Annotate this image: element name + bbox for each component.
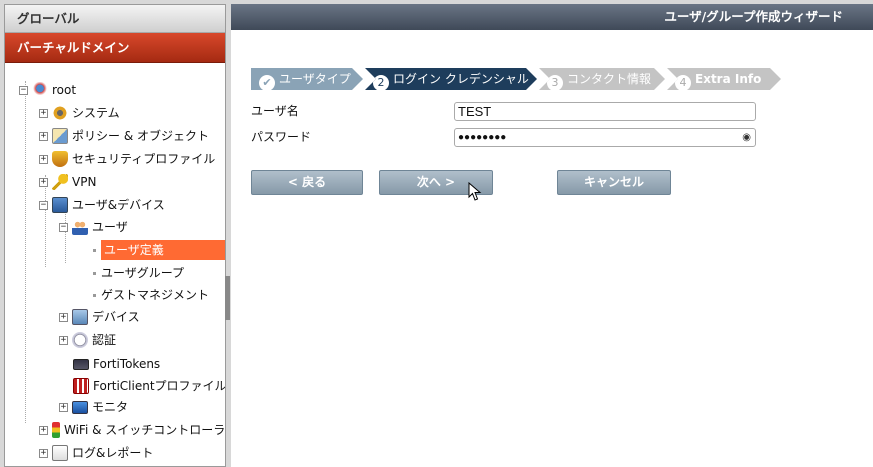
tree-label-user: ユーザ — [92, 220, 128, 234]
tree-label-vpn: VPN — [72, 175, 97, 189]
password-value: ●●●●●●●● — [458, 132, 507, 143]
step-number: 4 — [675, 75, 691, 91]
tree-label-system: システム — [72, 106, 120, 120]
gear-icon — [52, 105, 68, 121]
expand-icon[interactable]: + — [39, 131, 48, 141]
vdom-header[interactable]: バーチャルドメイン — [5, 33, 225, 63]
tree-label-monitor: モニタ — [92, 400, 129, 414]
username-input[interactable]: TEST — [454, 102, 756, 121]
tree-item-user-group[interactable]: ユーザグループ — [93, 263, 184, 283]
back-button[interactable]: < 戻る — [251, 170, 363, 195]
tree-item-log[interactable]: + ログ&レポート — [39, 443, 153, 463]
step-extra-info[interactable]: 4 Extra Info — [667, 68, 781, 90]
tree-label-auth: 認証 — [92, 333, 117, 347]
forticlient-icon — [73, 378, 89, 394]
step-label: ログイン クレデンシャル — [393, 72, 529, 86]
expand-icon[interactable]: + — [59, 335, 68, 345]
wifi-controller-icon — [52, 422, 60, 438]
tree-item-auth[interactable]: + 認証 — [59, 330, 116, 350]
tree-item-security[interactable]: + セキュリティプロファイル — [39, 149, 215, 169]
cancel-button[interactable]: キャンセル — [557, 170, 671, 195]
tree-label-user-definition: ユーザ定義 — [101, 240, 225, 260]
tree-label-fortitokens: FortiTokens — [93, 357, 161, 371]
clock-icon — [72, 332, 88, 348]
step-number: 3 — [547, 75, 563, 91]
eye-icon[interactable]: ◉ — [742, 129, 751, 146]
tree-item-forticlient[interactable]: FortiClientプロファイル — [73, 376, 226, 396]
step-label: ユーザタイプ — [279, 72, 351, 86]
tree-item-root[interactable]: − root — [19, 80, 76, 100]
tree-label-user-device: ユーザ&デバイス — [72, 198, 165, 212]
step-contact-info[interactable]: 3 コンタクト情報 — [539, 68, 665, 90]
tree-label-forticlient: FortiClientプロファイル — [93, 379, 226, 393]
password-label: パスワード — [251, 130, 312, 144]
expand-icon[interactable]: + — [39, 108, 48, 118]
check-icon: ✔ — [259, 75, 275, 91]
tree-label-wifi: WiFi & スイッチコントローラー — [64, 423, 226, 437]
tree-label-device: デバイス — [92, 310, 140, 324]
password-input[interactable]: ●●●●●●●● ◉ — [454, 128, 756, 147]
tree-item-user[interactable]: − ユーザ — [59, 217, 128, 237]
tree-item-device[interactable]: + デバイス — [59, 307, 140, 327]
wizard-panel: ユーザ/グループ作成ウィザード ✔ ユーザタイプ 2 ログイン クレデンシャル 3コ… — [231, 4, 873, 467]
step-login-credential[interactable]: 2 ログイン クレデンシャル — [365, 68, 537, 90]
step-user-type[interactable]: ✔ ユーザタイプ — [251, 68, 363, 90]
bullet-icon — [93, 248, 96, 252]
collapse-icon[interactable]: − — [19, 85, 28, 95]
expand-icon[interactable]: + — [59, 402, 68, 412]
global-header[interactable]: グローバル — [5, 5, 225, 33]
expand-icon[interactable]: + — [39, 154, 48, 164]
sidebar-collapse-handle[interactable] — [225, 276, 230, 320]
tree-label-user-group: ユーザグループ — [101, 266, 185, 280]
collapse-icon[interactable]: − — [39, 200, 48, 210]
tree-item-guest[interactable]: ゲストマネジメント — [93, 285, 209, 305]
step-label: コンタクト情報 — [567, 72, 652, 86]
device-icon — [72, 309, 88, 325]
monitor-icon — [72, 400, 88, 414]
bullet-icon — [93, 293, 96, 297]
report-chart-icon — [52, 445, 68, 461]
tree-item-fortitokens[interactable]: FortiTokens — [73, 354, 160, 374]
expand-icon[interactable]: + — [59, 312, 68, 322]
tree-item-system[interactable]: + システム — [39, 103, 120, 123]
sidebar: グローバル バーチャルドメイン − root + システム + ポリシー & オ… — [4, 4, 226, 467]
expand-icon[interactable]: + — [39, 425, 48, 435]
tree-item-vpn[interactable]: + VPN — [39, 172, 96, 192]
users-icon — [72, 219, 88, 235]
mouse-pointer-icon — [468, 182, 482, 201]
tree-item-user-device[interactable]: − ユーザ&デバイス — [39, 195, 165, 215]
step-label: Extra Info — [695, 72, 762, 86]
token-icon — [73, 358, 89, 370]
tree-label-security: セキュリティプロファイル — [72, 152, 216, 166]
tree-label-root: root — [52, 83, 77, 97]
step-number: 2 — [373, 75, 389, 91]
nav-tree: − root + システム + ポリシー & オブジェクト + セキュリティプロ… — [5, 63, 225, 463]
tree-label-guest: ゲストマネジメント — [101, 288, 210, 302]
key-icon — [52, 174, 68, 190]
username-label: ユーザ名 — [251, 104, 299, 118]
tree-item-monitor[interactable]: + モニタ — [59, 397, 128, 417]
shield-icon — [52, 151, 68, 167]
wizard-title: ユーザ/グループ作成ウィザード — [231, 4, 873, 30]
tree-item-user-definition[interactable]: ユーザ定義 — [93, 240, 225, 260]
expand-icon[interactable]: + — [39, 448, 48, 458]
network-root-icon — [32, 82, 48, 98]
tree-label-policy: ポリシー & オブジェクト — [72, 129, 209, 143]
tree-label-log: ログ&レポート — [72, 446, 154, 460]
collapse-icon[interactable]: − — [59, 222, 68, 232]
bullet-icon — [93, 271, 96, 275]
expand-icon[interactable]: + — [39, 177, 48, 187]
tree-item-policy[interactable]: + ポリシー & オブジェクト — [39, 126, 209, 146]
policy-icon — [52, 128, 68, 144]
tree-item-wifi[interactable]: + WiFi & スイッチコントローラー — [39, 420, 226, 440]
user-device-icon — [52, 197, 68, 213]
